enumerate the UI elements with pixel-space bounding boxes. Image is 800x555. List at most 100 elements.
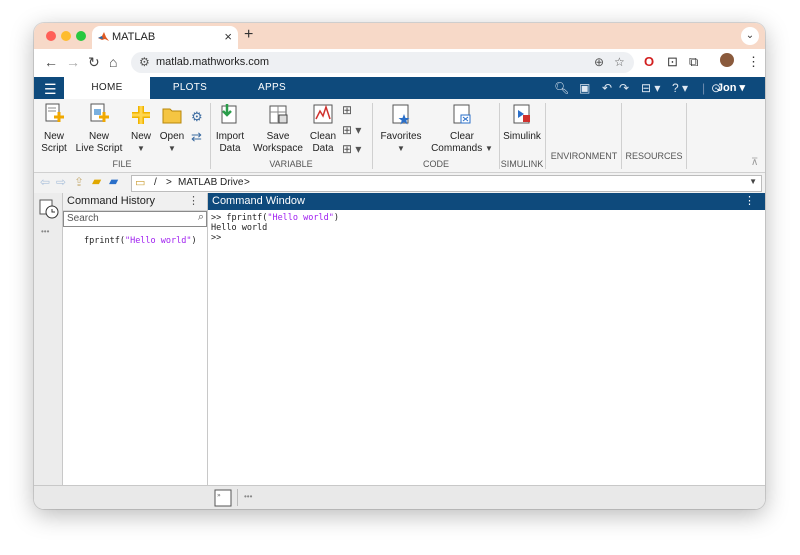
open-variable-icon[interactable]: ⊞ ▾	[342, 123, 361, 137]
new-live-script-button[interactable]: New Live Script	[74, 103, 124, 155]
tab-title: MATLAB	[112, 31, 156, 43]
simulink-button[interactable]: Simulink	[502, 103, 542, 143]
menu-icon[interactable]: ☰	[44, 81, 57, 98]
screen-capture-icon[interactable]: ⊡	[667, 54, 678, 70]
panel-actions-icon[interactable]: ⋮	[188, 194, 199, 207]
bottom-divider	[237, 489, 238, 506]
new-live-script-icon	[90, 103, 109, 122]
history-entry[interactable]: fprintf("Hello world")	[84, 236, 197, 246]
extensions-icon[interactable]: ⧉	[689, 54, 698, 70]
bookmark-star-icon[interactable]: ☆	[614, 55, 625, 69]
redo-icon[interactable]: ↷	[619, 81, 629, 95]
up-folder-icon[interactable]: ⇪	[74, 175, 84, 189]
search-icon[interactable]: ⌕	[198, 211, 204, 224]
chevron-down-icon[interactable]: ▼	[749, 177, 757, 186]
header-divider: |	[702, 81, 706, 95]
tab-home[interactable]: HOME	[64, 77, 150, 99]
save-workspace-button[interactable]: Save Workspace	[252, 103, 304, 155]
forward-arrow-icon[interactable]: ⇨	[56, 175, 66, 189]
home-icon[interactable]: ⌂	[109, 54, 117, 70]
minimize-window-button[interactable]	[61, 31, 71, 41]
path-field[interactable]: ▭ / > MATLAB Drive > ▼	[131, 175, 762, 192]
path-separator: >	[166, 177, 172, 188]
favorites-button[interactable]: Favorites ▼	[376, 103, 426, 155]
new-dropdown-button[interactable]: New ▼	[128, 103, 154, 155]
plus-icon	[132, 106, 150, 124]
site-settings-icon[interactable]: ⚙	[139, 55, 150, 69]
import-data-icon	[221, 104, 237, 124]
reload-icon[interactable]: ↻	[88, 54, 100, 71]
matlab-drive-icon[interactable]: ▰	[109, 174, 118, 188]
clean-data-button[interactable]: Clean Data	[308, 103, 338, 155]
simulink-icon	[513, 104, 530, 124]
back-icon[interactable]: ←	[44, 54, 58, 70]
profile-avatar-icon[interactable]	[720, 53, 734, 67]
new-variable-icon[interactable]: ⊞	[342, 103, 352, 117]
more-panels-icon[interactable]: •••	[244, 492, 252, 501]
import-data-label-2: Data	[219, 143, 241, 154]
search-icon[interactable]: 🔍︎	[554, 81, 569, 95]
zoom-window-button[interactable]	[76, 31, 86, 41]
command-window[interactable]: Command Window ⋮ >> fprintf("Hello world…	[208, 193, 765, 485]
forward-icon[interactable]: →	[66, 54, 80, 70]
command-string: "Hello world"	[267, 213, 334, 223]
more-menu-icon[interactable]: ⋮	[747, 54, 760, 70]
ribbon-separator	[545, 103, 546, 169]
panel-actions-icon[interactable]: ⋮	[744, 194, 755, 207]
clean-data-label-1: Clean	[309, 131, 337, 142]
clear-commands-label-2: Commands	[431, 143, 483, 154]
chevron-down-icon: ▼	[485, 144, 493, 153]
new-script-label-2: Script	[41, 143, 67, 154]
back-arrow-icon[interactable]: ⇦	[40, 175, 50, 189]
undo-icon[interactable]: ↶	[602, 81, 612, 95]
help-icon[interactable]: ? ▾	[672, 81, 688, 95]
chevron-down-icon: ▼	[137, 144, 145, 153]
open-button[interactable]: Open ▼	[158, 103, 186, 155]
clear-workspace-icon[interactable]: ⊞ ▾	[342, 142, 361, 156]
command-text: fprintf(	[226, 213, 268, 223]
url-field[interactable]: ⚙ matlab.mathworks.com ⊕ ☆	[131, 52, 634, 73]
clear-commands-button[interactable]: Clear Commands ▼	[428, 103, 496, 155]
active-prompt[interactable]: >>	[211, 233, 339, 243]
tab-plots[interactable]: PLOTS	[160, 77, 220, 99]
open-label: Open	[159, 131, 185, 142]
path-folder[interactable]: MATLAB Drive	[178, 177, 243, 188]
current-folder-bar: ⇦ ⇨ ⇪ ▰ ▰ ▭ / > MATLAB Drive > ▼	[34, 173, 765, 194]
command-line: >> fprintf("Hello world")	[211, 213, 339, 223]
find-files-icon[interactable]: ⚙	[191, 109, 203, 125]
switch-windows-icon[interactable]: ⊟ ▾	[641, 81, 660, 95]
browser-window: MATLAB × + ⌄ ← → ↻ ⌂ ⚙ matlab.mathworks.…	[34, 23, 765, 509]
group-file-label: FILE	[112, 159, 132, 169]
history-search-input[interactable]: Search ⌕	[63, 211, 207, 227]
new-live-script-label-1: New	[88, 131, 109, 142]
group-code-label: CODE	[422, 159, 449, 169]
close-window-button[interactable]	[46, 31, 56, 41]
zoom-icon[interactable]: ⊕	[594, 55, 604, 69]
import-data-button[interactable]: Import Data	[212, 103, 248, 155]
save-workspace-label-1: Save	[266, 131, 290, 142]
command-window-icon[interactable]: »	[214, 489, 232, 507]
command-history-icon[interactable]	[39, 199, 59, 219]
new-tab-button[interactable]: +	[244, 26, 253, 44]
ribbon: New Script New Live Script New ▼ Open ▼ …	[34, 99, 765, 185]
import-data-label-1: Import	[215, 131, 245, 142]
collapse-toolstrip-icon[interactable]: ⊼	[751, 157, 758, 168]
tab-apps[interactable]: APPS	[244, 77, 300, 99]
more-panels-icon[interactable]: •••	[41, 227, 49, 236]
save-workspace-label-2: Workspace	[253, 143, 303, 154]
path-root[interactable]: /	[154, 177, 157, 188]
browse-folder-icon[interactable]: ▰	[92, 174, 101, 188]
opera-extension-icon[interactable]: O	[644, 54, 654, 69]
user-menu[interactable]: Jon ▾	[717, 81, 745, 94]
command-history-header: Command History ⋮	[63, 193, 207, 211]
resources-label: RESOURCES	[625, 151, 683, 161]
tab-close-icon[interactable]: ×	[224, 29, 232, 44]
browser-tab[interactable]: MATLAB ×	[92, 26, 238, 49]
new-script-button[interactable]: New Script	[38, 103, 70, 155]
command-history-panel: Command History ⋮ Search ⌕ fprintf("Hell…	[63, 193, 208, 485]
clear-commands-icon	[453, 104, 471, 124]
path-separator: >	[244, 177, 250, 188]
tab-search-button[interactable]: ⌄	[741, 27, 759, 45]
compare-icon[interactable]: ⇄	[191, 129, 202, 145]
save-icon[interactable]: ▣	[579, 81, 590, 95]
